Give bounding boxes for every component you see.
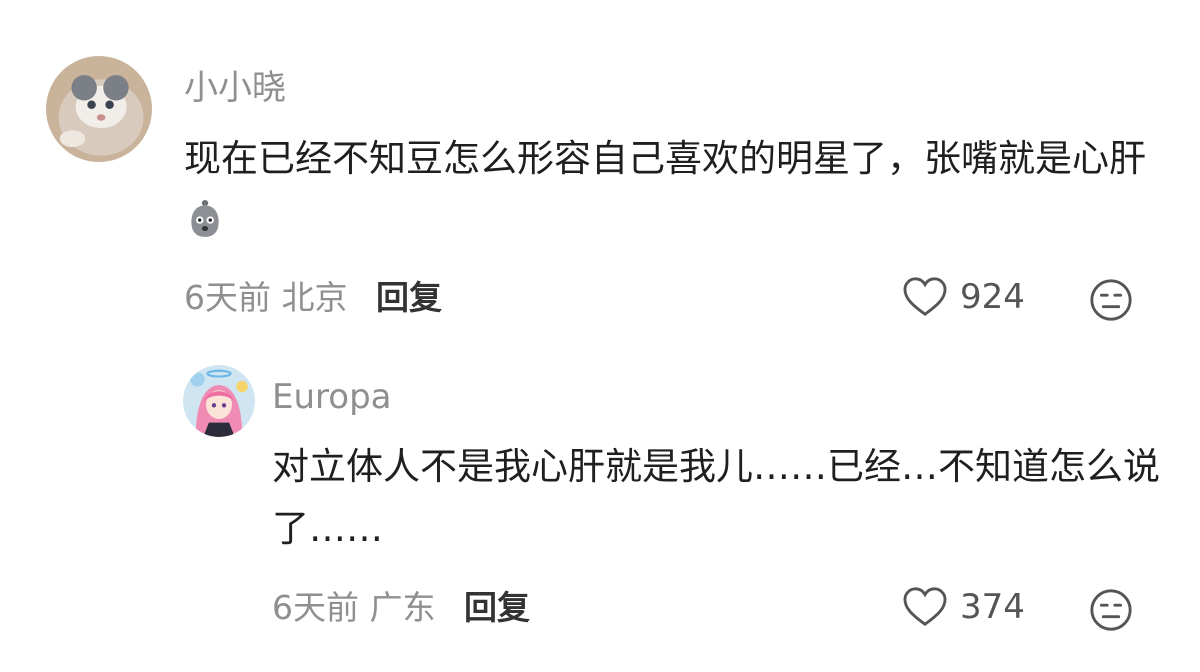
like-button[interactable]: 924 xyxy=(902,276,1025,318)
username[interactable]: 小小晓 xyxy=(184,68,286,108)
comment-text-body: 对立体人不是我心肝就是我儿……已经…不知道怎么说了…… xyxy=(272,445,1160,550)
comment-text: 现在已经不知豆怎么形容自己喜欢的明星了，张嘴就是心肝 xyxy=(184,128,1164,252)
username[interactable]: Europa xyxy=(272,377,391,417)
avatar[interactable] xyxy=(46,56,152,162)
cat-avatar-icon xyxy=(46,56,152,162)
comment-location: 北京 xyxy=(281,278,348,317)
comment-meta: 6天前 北京 回复 xyxy=(184,278,442,318)
comment-time: 6天前 xyxy=(184,278,271,317)
meh-face-icon xyxy=(1090,589,1132,631)
heart-icon xyxy=(903,587,947,626)
anime-girl-avatar-icon xyxy=(183,365,255,437)
like-count: 374 xyxy=(960,587,1025,627)
dislike-button[interactable] xyxy=(1088,587,1134,633)
reply-button[interactable]: 回复 xyxy=(464,588,530,627)
comment-text: 对立体人不是我心肝就是我儿……已经…不知道怎么说了…… xyxy=(272,436,1172,560)
comment-meta: 6天前 广东 回复 xyxy=(272,588,530,628)
avatar[interactable] xyxy=(183,365,255,437)
dislike-button[interactable] xyxy=(1088,277,1134,323)
bag-face-emoji-icon xyxy=(184,197,226,239)
comment-location: 广东 xyxy=(369,588,436,627)
comment-text-body: 现在已经不知豆怎么形容自己喜欢的明星了，张嘴就是心肝 xyxy=(184,137,1146,180)
like-button[interactable]: 374 xyxy=(902,586,1025,628)
like-count: 924 xyxy=(960,277,1025,317)
meh-face-icon xyxy=(1090,279,1132,321)
heart-icon xyxy=(903,277,947,316)
comment-time: 6天前 xyxy=(272,588,359,627)
reply-button[interactable]: 回复 xyxy=(376,278,442,317)
